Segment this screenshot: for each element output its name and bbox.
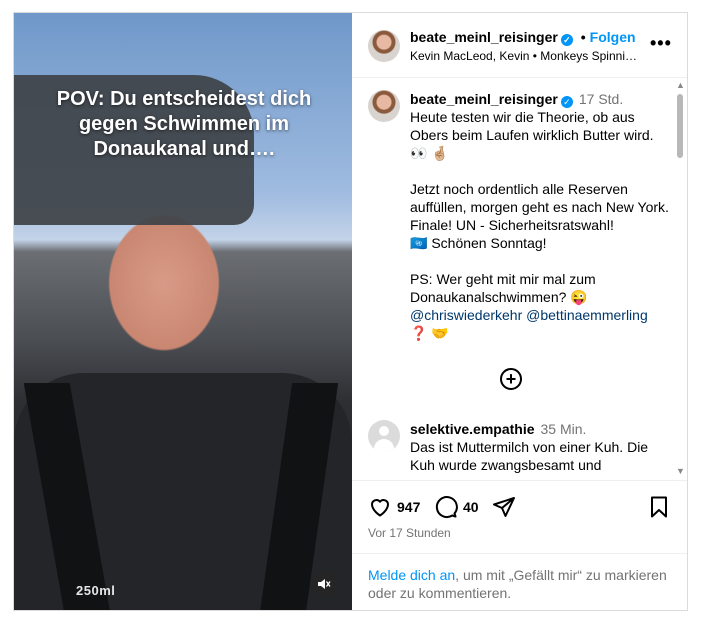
verified-badge-icon: ✓ — [560, 96, 573, 108]
caption-username[interactable]: beate_meinl_reisinger — [410, 91, 558, 107]
author-username[interactable]: beate_meinl_reisinger — [410, 29, 558, 45]
add-circle-icon[interactable]: + — [500, 368, 522, 390]
scroll-down-arrow-icon[interactable]: ▼ — [676, 466, 685, 476]
caption-paragraph-3: PS: Wer geht mit mir mal zum Donaukanals… — [410, 271, 596, 305]
comment-time: 35 Min. — [540, 421, 587, 437]
caption-paragraph-2b: 🇺🇳 Schönen Sonntag! — [410, 235, 547, 251]
share-button[interactable] — [492, 495, 516, 519]
action-bar: 947 40 — [352, 480, 687, 531]
login-prompt: Melde dich an, um mit „Gefällt mir“ zu m… — [352, 553, 687, 602]
share-icon — [493, 497, 515, 517]
bookmark-icon — [651, 496, 667, 518]
like-button[interactable]: 947 — [368, 495, 420, 519]
verified-badge-icon: ✓ — [560, 34, 573, 46]
comment-icon — [435, 496, 458, 519]
comments-scrollbar[interactable]: ▲ ▼ — [674, 78, 686, 480]
post-header: beate_meinl_reisinger ✓ • Folgen Kevin Mac… — [352, 13, 687, 78]
mute-icon — [318, 579, 331, 589]
comment-count[interactable]: 40 — [463, 499, 479, 515]
caption-emoji-3: ❓ 🤝 — [410, 325, 449, 341]
caption-text: beate_meinl_reisinger ✓ 17 Std. Heute test… — [410, 90, 672, 342]
comment-text: Das ist Muttermilch von einer Kuh. Die K… — [410, 439, 649, 473]
mute-button[interactable] — [310, 570, 338, 598]
commenter-avatar[interactable] — [368, 420, 400, 452]
author-avatar[interactable] — [368, 30, 400, 62]
caption-emoji-1: 👀 🤞🏼 — [410, 145, 449, 161]
like-count[interactable]: 947 — [397, 499, 420, 515]
post-sidebar: beate_meinl_reisinger ✓ • Folgen Kevin Mac… — [352, 13, 687, 610]
caption-paragraph-1: Heute testen wir die Theorie, ob aus Obe… — [410, 109, 654, 143]
comment-button[interactable]: 40 — [434, 495, 479, 519]
post-timestamp[interactable]: Vor 17 Stunden — [368, 526, 451, 540]
bottle-label: 250ml — [76, 583, 116, 598]
scrollbar-thumb[interactable] — [677, 94, 683, 158]
caption-time: 17 Std. — [578, 91, 624, 107]
video-caption-overlay: POV: Du entscheidest dich gegen Schwimme… — [56, 88, 312, 160]
follow-button[interactable]: Folgen — [590, 29, 636, 45]
caption-avatar[interactable] — [368, 90, 400, 122]
caption-paragraph-2: Jetzt noch ordentlich alle Reserven auff… — [410, 181, 669, 233]
comments-panel[interactable]: beate_meinl_reisinger ✓ 17 Std. Heute test… — [352, 78, 687, 480]
heart-icon — [371, 499, 389, 517]
mention-link[interactable]: @bettinaemmerling — [526, 307, 648, 323]
music-info[interactable]: Kevin MacLeod, Kevin • Monkeys Spinning … — [410, 49, 640, 63]
scroll-up-arrow-icon[interactable]: ▲ — [676, 80, 685, 90]
more-options-icon[interactable]: ••• — [650, 33, 672, 54]
commenter-username[interactable]: selektive.empathie — [410, 421, 535, 437]
mention-link[interactable]: @chriswiederkehr — [410, 307, 522, 323]
login-link[interactable]: Melde dich an — [368, 567, 455, 583]
header-separator: • — [580, 29, 586, 45]
save-button[interactable] — [647, 495, 671, 519]
video-player[interactable]: 250ml POV: Du entscheidest dich gegen Sc… — [14, 13, 352, 610]
post-card: 250ml POV: Du entscheidest dich gegen Sc… — [13, 12, 688, 611]
comment-text-block: selektive.empathie 35 Min. Das ist Mutter… — [410, 420, 672, 474]
